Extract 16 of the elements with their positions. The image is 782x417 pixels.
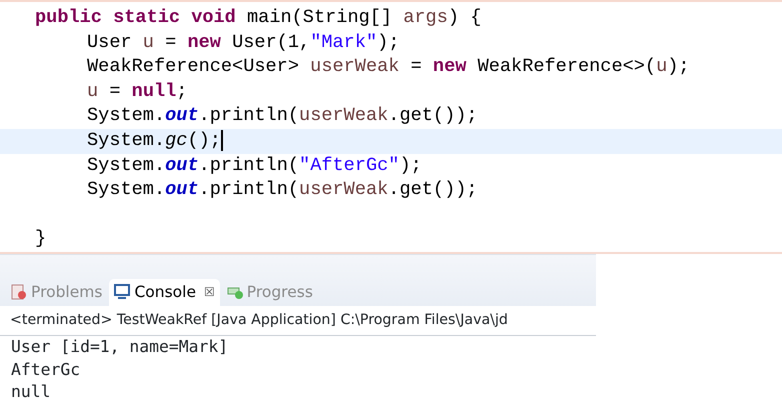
console-output-line: User [id=1, name=Mark] <box>10 336 230 358</box>
problems-icon <box>11 284 27 300</box>
code-line: System.out.println(userWeak.get()); <box>86 104 479 128</box>
code-line: public static void main(String[] args) { <box>34 6 482 30</box>
view-tab[interactable]: Console ☒ <box>109 278 220 306</box>
code-line: System.out.println(userWeak.get()); <box>86 178 479 202</box>
code-line: System.out.println("AfterGc"); <box>86 154 423 178</box>
monitor-icon <box>114 284 130 300</box>
code-line: User u = new User(1,"Mark"); <box>86 30 400 55</box>
code-line: u = null; <box>86 80 188 104</box>
console-header: <terminated> TestWeakRef [Java Application] C:\Program Files\Java\jd <box>0 306 596 336</box>
console-output-line: null <box>10 381 52 404</box>
code-line: } <box>34 227 48 252</box>
close-icon[interactable]: ☒ <box>204 283 215 302</box>
code-line: WeakReference<User> userWeak = new WeakReference<>(u); <box>86 55 691 80</box>
console-output-line: AfterGc <box>10 358 82 381</box>
